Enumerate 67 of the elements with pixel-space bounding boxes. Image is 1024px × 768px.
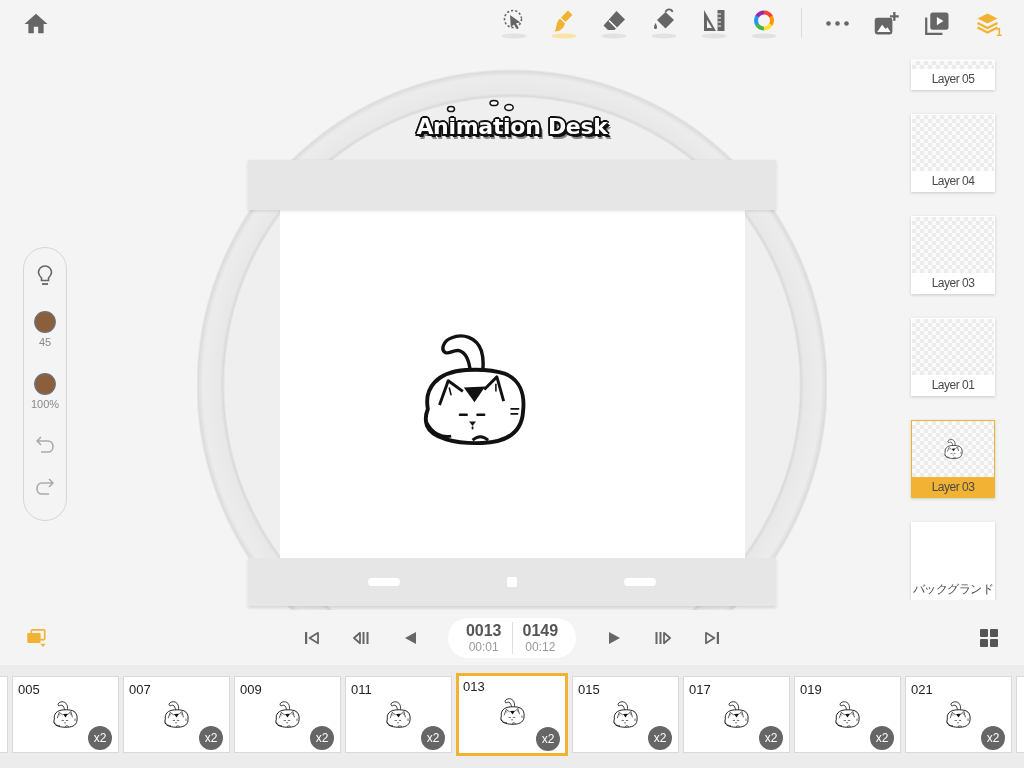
cat-icon: [946, 701, 971, 728]
hold-badge: x2: [759, 726, 783, 750]
cat-icon: [53, 701, 78, 728]
fill-tool-button[interactable]: [649, 7, 679, 39]
hold-badge: x2: [536, 727, 560, 751]
step-forward-icon: [655, 630, 671, 645]
slot-icon: [624, 578, 656, 586]
cat-icon: [275, 701, 300, 728]
logo-bubbles-drawing: [446, 98, 514, 114]
layer-card[interactable]: Layer 04: [911, 114, 995, 192]
cat-icon: [164, 701, 189, 728]
hold-badge: x2: [421, 726, 445, 750]
ruler-tool-button[interactable]: [699, 7, 729, 39]
home-button[interactable]: [24, 12, 48, 34]
cat-icon: [613, 701, 638, 728]
image-plus-icon: [874, 11, 900, 35]
redo-icon: [35, 477, 55, 495]
frame-thumbnail[interactable]: 009 x2: [234, 676, 341, 753]
step-back-icon: [353, 630, 369, 645]
layer-card[interactable]: Layer 03: [911, 216, 995, 294]
hold-badge: x2: [88, 726, 112, 750]
slot-icon: [507, 577, 517, 587]
skip-back-icon: [304, 630, 320, 645]
stacked-frames-icon: [26, 628, 47, 647]
play-icon: [606, 630, 622, 645]
more-icon: [825, 20, 849, 26]
grid-view-button[interactable]: [980, 628, 998, 647]
current-time: 00:01: [468, 639, 499, 654]
frame-thumbnail[interactable]: 021 x2: [905, 676, 1012, 753]
frame-thumbnail[interactable]: 017 x2: [683, 676, 790, 753]
frame-thumbnail[interactable]: 013 x2: [456, 673, 568, 756]
grid-icon: [980, 628, 998, 647]
layer-card[interactable]: Layer 01: [911, 318, 995, 396]
frame-thumbnail[interactable]: 011 x2: [345, 676, 452, 753]
undo-icon: [35, 435, 55, 453]
hold-badge: x2: [310, 726, 334, 750]
hold-badge: x2: [870, 726, 894, 750]
hold-badge: x2: [199, 726, 223, 750]
frame-thumbnail[interactable]: 007 x2: [123, 676, 230, 753]
layer-card[interactable]: Layer 05: [911, 60, 995, 90]
frame-thumbnail[interactable]: [0, 676, 8, 753]
cat-icon: [386, 701, 411, 728]
slot-icon: [368, 578, 400, 586]
home-icon: [24, 12, 48, 34]
cat-icon: [499, 698, 525, 725]
play-frames-icon: [925, 11, 949, 35]
total-time: 00:12: [525, 639, 556, 654]
lightbulb-icon: [37, 265, 53, 287]
cat-icon: [724, 701, 749, 728]
cat-icon: [943, 439, 963, 459]
cat-icon: [835, 701, 860, 728]
total-frame-count: 0149: [522, 621, 559, 640]
lasso-tool-button[interactable]: [499, 7, 529, 39]
ruler-icon: [699, 7, 729, 39]
frame-thumbnail[interactable]: [1016, 676, 1024, 753]
current-frame-number: 0013: [465, 621, 502, 640]
lasso-cursor-icon: [499, 7, 529, 39]
light-table-button[interactable]: [37, 265, 53, 287]
layer-card[interactable]: バックグランド: [911, 522, 995, 600]
frame-thumbnail[interactable]: 015 x2: [572, 676, 679, 753]
frame-thumbnail[interactable]: 005 x2: [12, 676, 119, 753]
hold-badge: x2: [648, 726, 672, 750]
frame-thumbnail[interactable]: 019 x2: [794, 676, 901, 753]
paint-bucket-icon: [649, 7, 679, 39]
hold-badge: x2: [981, 726, 1005, 750]
layer-card[interactable]: Layer 03: [911, 420, 995, 498]
skip-forward-icon: [704, 630, 720, 645]
